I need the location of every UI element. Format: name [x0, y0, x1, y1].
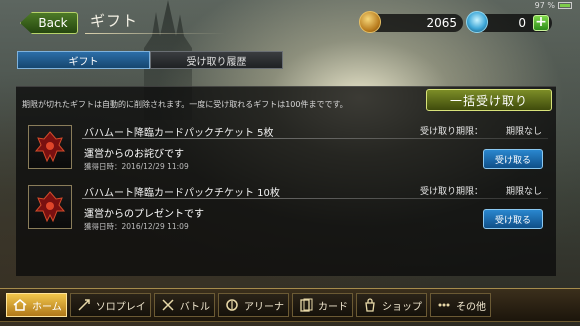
- home-icon: [11, 296, 29, 314]
- nav-label: カード: [318, 301, 349, 313]
- gift-divider: [82, 198, 548, 199]
- add-crystal-button[interactable]: +: [533, 15, 549, 31]
- gift-message: 運営からのプレゼントです: [84, 209, 204, 220]
- card-pack-ticket-icon: [28, 185, 72, 229]
- tab-bar: ギフト 受け取り履歴: [17, 51, 283, 69]
- nav-solo-play[interactable]: ソロプレイ: [69, 293, 151, 317]
- rupy-amount: 2065: [426, 16, 457, 30]
- deadline-value: 期限なし: [506, 187, 543, 197]
- notice-text: 期限が切れたギフトは自動的に削除されます。一度に受け取れるギフトは100件までで…: [22, 100, 348, 109]
- gift-date: 獲得日時：2016/12/29 11:09: [84, 162, 189, 171]
- solo-play-icon: [75, 296, 93, 314]
- crystal-counter: 0 +: [466, 11, 552, 33]
- rupy-coin-icon: [359, 11, 381, 33]
- bottom-nav: ホーム ソロプレイ バトル アリーナ カード ショップ その他: [0, 288, 580, 322]
- card-pack-ticket-icon: [28, 125, 72, 169]
- nav-label: ショップ: [382, 301, 423, 313]
- battle-icon: [159, 296, 177, 314]
- deadline-value: 期限なし: [506, 127, 543, 137]
- nav-label: ソロプレイ: [95, 301, 146, 313]
- deadline-label: 受け取り期限：: [420, 127, 484, 137]
- tab-receive-history[interactable]: 受け取り履歴: [150, 51, 283, 69]
- nav-card[interactable]: カード: [292, 293, 354, 317]
- title-underline: [85, 33, 225, 34]
- crystal-amount: 0: [518, 16, 526, 30]
- nav-shop[interactable]: ショップ: [356, 293, 428, 317]
- gift-message: 運営からのお詫びです: [84, 149, 184, 160]
- nav-battle[interactable]: バトル: [153, 293, 216, 317]
- gift-name: バハムート降臨カードパックチケット 10枚: [84, 188, 280, 199]
- nav-home[interactable]: ホーム: [6, 293, 67, 317]
- nav-label: その他: [456, 301, 487, 313]
- receive-button[interactable]: 受け取る: [483, 209, 543, 229]
- crystal-icon: [466, 11, 488, 33]
- rupy-counter: 2065: [359, 11, 463, 33]
- deadline-label: 受け取り期限：: [420, 187, 484, 197]
- gift-date: 獲得日時：2016/12/29 11:09: [84, 222, 189, 231]
- gift-panel: 期限が切れたギフトは自動的に削除されます。一度に受け取れるギフトは100件までで…: [16, 86, 556, 276]
- battery-icon: [558, 2, 572, 9]
- gift-divider: [82, 138, 548, 139]
- nav-label: アリーナ: [244, 301, 285, 313]
- nav-label: バトル: [179, 301, 211, 313]
- nav-label: ホーム: [32, 301, 62, 313]
- page-title: ギフト: [90, 12, 139, 30]
- gift-row: バハムート降臨カードパックチケット 10枚 受け取り期限： 期限なし 運営からの…: [28, 183, 548, 239]
- nav-arena[interactable]: アリーナ: [218, 293, 290, 317]
- card-icon: [297, 296, 315, 314]
- nav-other[interactable]: その他: [430, 293, 492, 317]
- shop-icon: [361, 296, 379, 314]
- back-label: Back: [38, 16, 68, 30]
- back-button[interactable]: Back: [20, 12, 78, 34]
- arena-icon: [223, 296, 241, 314]
- gift-row: バハムート降臨カードパックチケット 5枚 受け取り期限： 期限なし 運営からのお…: [28, 123, 548, 179]
- tab-gift[interactable]: ギフト: [17, 51, 150, 69]
- receive-button[interactable]: 受け取る: [483, 149, 543, 169]
- battery-percent: 97 %: [534, 1, 555, 10]
- status-bar: 97 %: [535, 1, 572, 10]
- gift-name: バハムート降臨カードパックチケット 5枚: [84, 128, 274, 139]
- other-icon: [435, 296, 453, 314]
- claim-all-button[interactable]: 一括受け取り: [426, 89, 552, 111]
